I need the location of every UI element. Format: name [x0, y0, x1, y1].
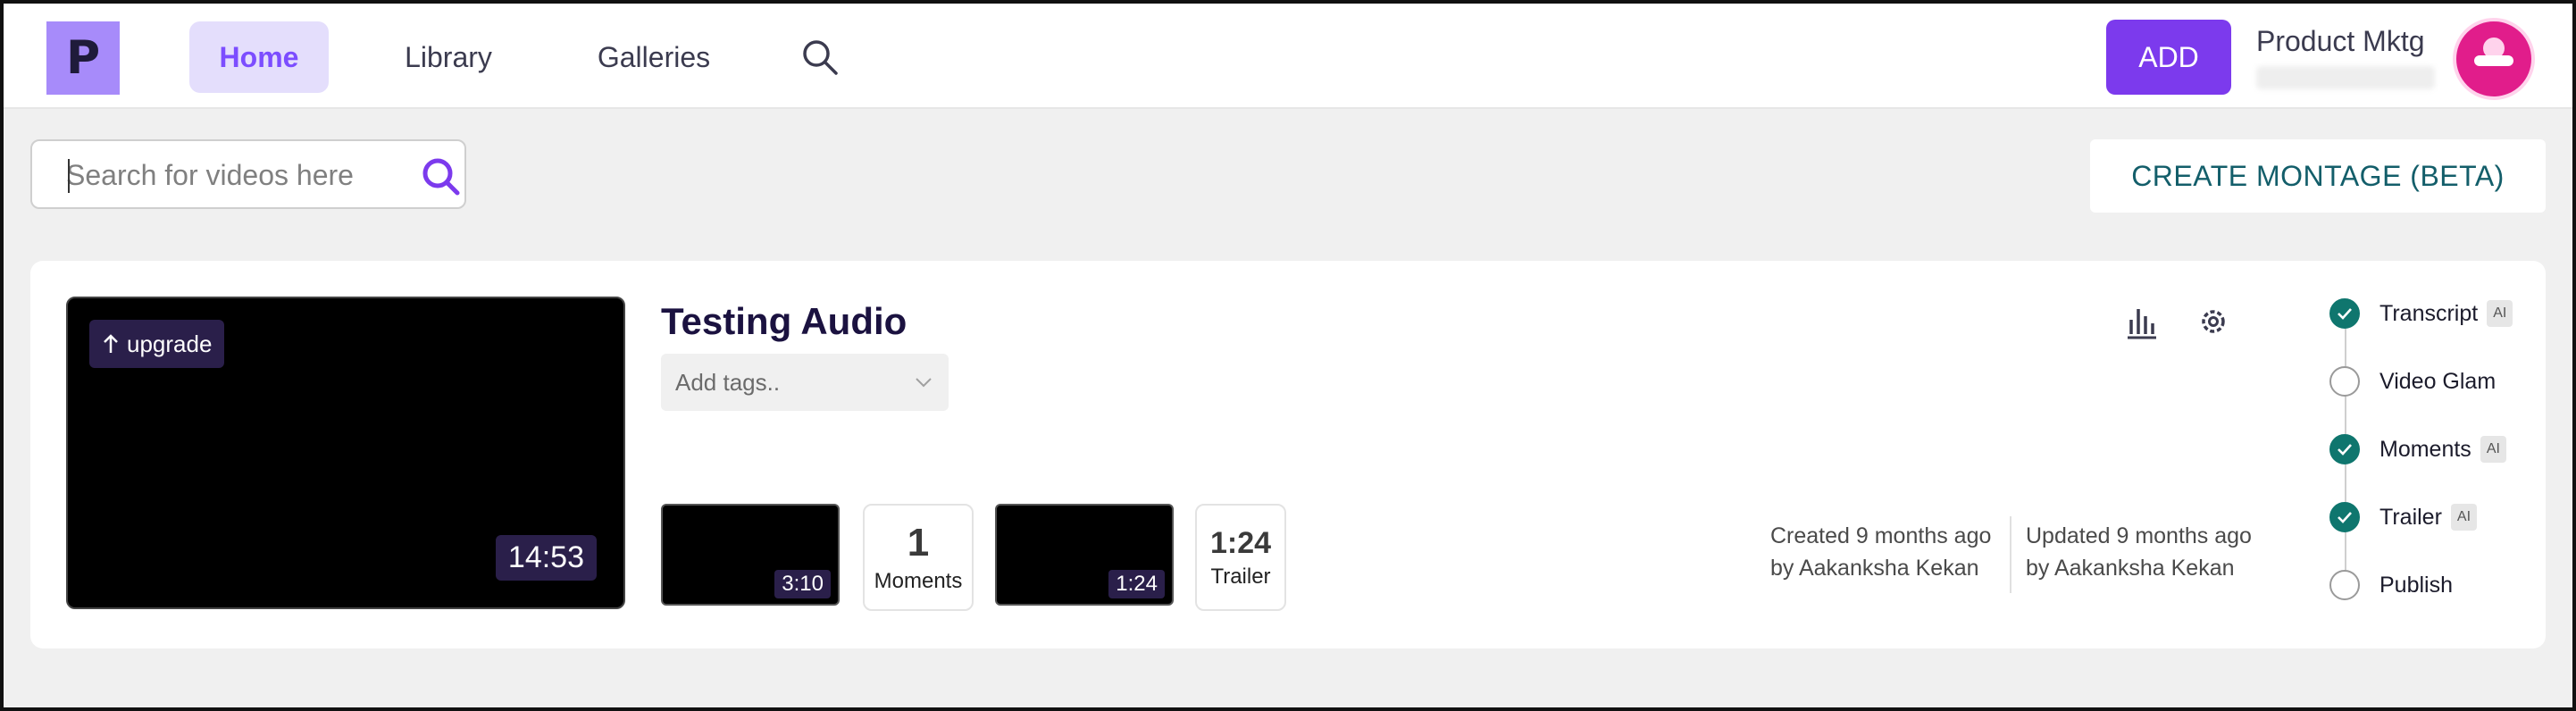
created-line: Created 9 months ago — [1770, 523, 1992, 548]
video-title[interactable]: Testing Audio — [661, 300, 907, 343]
avatar-bar — [2474, 55, 2513, 66]
step-label: Transcript — [2379, 300, 2479, 326]
search-input[interactable] — [66, 155, 406, 195]
ai-badge: AI — [2480, 436, 2506, 463]
moments-count-box[interactable]: 1 Moments — [863, 504, 974, 611]
upgrade-label: upgrade — [127, 330, 213, 357]
nav-tab-library[interactable]: Library — [377, 21, 520, 93]
trailer-box[interactable]: 1:24 Trailer — [1195, 504, 1286, 611]
analytics-icon[interactable] — [2122, 302, 2162, 341]
trailer-thumbnail[interactable]: 1:24 — [995, 504, 1174, 606]
check-circle-icon — [2329, 434, 2360, 464]
empty-circle-icon — [2329, 570, 2360, 600]
chevron-down-icon — [916, 378, 932, 388]
step-label: Publish — [2379, 572, 2453, 598]
moments-count: 1 — [907, 521, 930, 565]
search-icon[interactable] — [800, 38, 840, 77]
updated-line: Updated 9 months ago — [2026, 523, 2252, 548]
create-montage-button[interactable]: CREATE MONTAGE (BETA) — [2090, 139, 2546, 213]
upgrade-badge[interactable]: upgrade — [89, 320, 225, 368]
trailer-label: Trailer — [1210, 564, 1271, 589]
tags-placeholder: Add tags.. — [675, 368, 781, 396]
progress-step-publish[interactable]: Publish — [2329, 570, 2453, 600]
progress-step-transcript[interactable]: Transcript AI — [2329, 298, 2513, 329]
nav-tab-galleries[interactable]: Galleries — [573, 21, 734, 93]
video-thumbnail[interactable]: upgrade 14:53 — [66, 297, 625, 609]
gear-icon[interactable] — [2194, 302, 2233, 341]
trailer-thumb-duration: 1:24 — [1108, 570, 1165, 598]
ai-badge: AI — [2450, 504, 2478, 531]
updated-by-line: by Aakanksha Kekan — [2026, 556, 2235, 581]
arrow-up-icon — [104, 334, 118, 353]
clip-thumbnail[interactable]: 3:10 — [661, 504, 840, 606]
step-label: Trailer — [2379, 504, 2442, 530]
ai-badge: AI — [2487, 300, 2513, 327]
account-subtitle-redacted — [2256, 66, 2435, 89]
nav-tab-label: Home — [219, 40, 299, 73]
step-label: Video Glam — [2379, 368, 2497, 394]
meta-divider — [2010, 516, 2011, 593]
app-logo[interactable]: P — [46, 21, 120, 95]
check-circle-icon — [2329, 502, 2360, 532]
trailer-duration: 1:24 — [1209, 525, 1272, 560]
video-duration: 14:53 — [495, 535, 597, 581]
search-icon[interactable] — [420, 155, 461, 197]
video-card: upgrade 14:53 Testing Audio Add tags.. 3… — [30, 261, 2546, 648]
moments-label: Moments — [874, 569, 963, 593]
top-navigation: P Home Library Galleries ADD Product Mkt… — [4, 4, 2572, 109]
updated-info: Updated 9 months ago by Aakanksha Kekan — [2026, 520, 2252, 584]
progress-step-video-glam[interactable]: Video Glam — [2329, 366, 2496, 397]
account-name[interactable]: Product Mktg — [2256, 25, 2425, 58]
created-by-line: by Aakanksha Kekan — [1770, 556, 1979, 581]
video-search-box — [30, 139, 466, 209]
add-button-label: ADD — [2138, 40, 2199, 73]
clip-duration: 3:10 — [774, 570, 831, 598]
logo-letter: P — [65, 31, 101, 85]
check-circle-icon — [2329, 298, 2360, 329]
create-montage-label: CREATE MONTAGE (BETA) — [2131, 159, 2505, 192]
empty-circle-icon — [2329, 366, 2360, 397]
add-button[interactable]: ADD — [2106, 20, 2231, 95]
tags-select[interactable]: Add tags.. — [661, 354, 949, 411]
progress-step-trailer[interactable]: Trailer AI — [2329, 502, 2478, 532]
step-label: Moments — [2379, 436, 2471, 462]
text-caret — [68, 159, 70, 193]
nav-tab-label: Galleries — [597, 40, 711, 73]
progress-step-moments[interactable]: Moments AI — [2329, 434, 2506, 464]
created-info: Created 9 months ago by Aakanksha Kekan — [1770, 520, 1991, 584]
nav-tab-label: Library — [405, 40, 492, 73]
avatar[interactable] — [2453, 18, 2535, 100]
nav-tab-home[interactable]: Home — [189, 21, 329, 93]
